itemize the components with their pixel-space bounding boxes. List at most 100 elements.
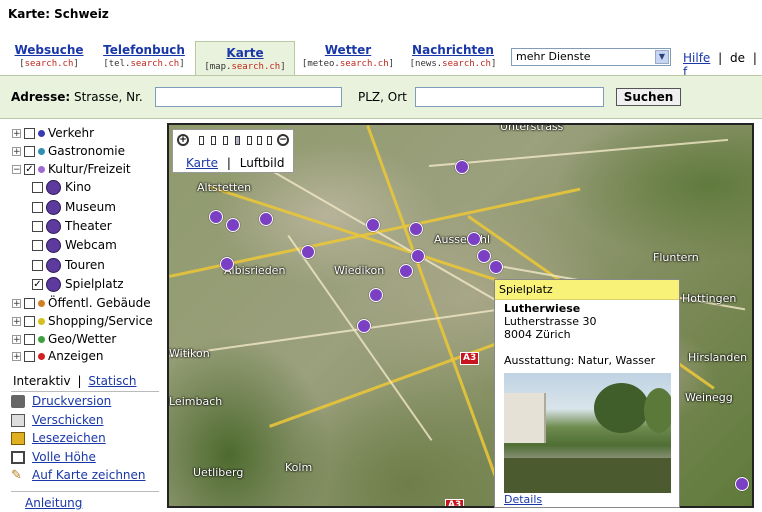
mode-static-link[interactable]: Statisch xyxy=(88,374,136,388)
sublayer-item-kino[interactable]: Kino xyxy=(32,178,91,196)
layer-dot-icon xyxy=(38,166,45,173)
details-link[interactable]: Details xyxy=(504,493,542,506)
playground-marker[interactable] xyxy=(489,260,503,274)
layer-checkbox-checked[interactable]: ✓ xyxy=(24,164,35,175)
sublayer-item-spielplatz[interactable]: ✓ Spielplatz xyxy=(32,275,124,293)
tab-websuche[interactable]: Websuche [search.ch] xyxy=(12,42,86,74)
zip-city-input[interactable] xyxy=(415,87,604,107)
layer-item-shopping[interactable]: + Shopping/Service xyxy=(12,312,153,330)
tab-wetter[interactable]: Wetter [meteo.search.ch] xyxy=(298,42,398,74)
divider xyxy=(11,491,159,492)
collapse-icon[interactable]: − xyxy=(12,165,21,175)
tool-label[interactable]: Lesezeichen xyxy=(32,431,106,445)
playground-marker[interactable] xyxy=(409,222,423,236)
expand-icon[interactable]: + xyxy=(12,299,21,309)
chevron-down-icon[interactable]: ▼ xyxy=(655,50,669,64)
help-manual[interactable]: Anleitung xyxy=(25,494,82,512)
sublayer-checkbox[interactable] xyxy=(32,202,43,213)
details-link-wrap: Details xyxy=(504,493,542,506)
playground-marker[interactable] xyxy=(259,212,273,226)
expand-icon[interactable]: + xyxy=(12,335,21,345)
layer-item-oeffentl[interactable]: + Öffentl. Gebäude xyxy=(12,294,151,312)
tool-print[interactable]: Druckversion xyxy=(11,392,111,410)
layer-checkbox[interactable] xyxy=(24,298,35,309)
layer-item-verkehr[interactable]: + Verkehr xyxy=(12,124,94,142)
street-input[interactable] xyxy=(155,87,342,107)
tab-karte[interactable]: Karte [map.search.ch] xyxy=(195,41,295,75)
playground-marker[interactable] xyxy=(411,249,425,263)
tab-label[interactable]: Telefonbuch xyxy=(101,42,187,58)
zoom-level[interactable] xyxy=(223,136,228,145)
layer-item-gastronomie[interactable]: + Gastronomie xyxy=(12,142,125,160)
zoom-level[interactable] xyxy=(267,136,272,145)
tab-label[interactable]: Karte xyxy=(196,45,294,61)
sublayer-checkbox[interactable] xyxy=(32,221,43,232)
layer-item-anzeigen[interactable]: + Anzeigen xyxy=(12,347,103,365)
expand-icon[interactable]: + xyxy=(12,352,21,362)
layer-checkbox[interactable] xyxy=(24,351,35,362)
sublayer-item-webcam[interactable]: Webcam xyxy=(32,236,117,254)
tab-label[interactable]: Wetter xyxy=(298,42,398,58)
tab-nachrichten[interactable]: Nachrichten [news.search.ch] xyxy=(407,42,499,74)
help-link[interactable]: Hilfe xyxy=(683,51,710,65)
tab-label[interactable]: Websuche xyxy=(12,42,86,58)
layer-checkbox[interactable] xyxy=(24,128,35,139)
sublayer-item-museum[interactable]: Museum xyxy=(32,198,116,216)
more-services-select[interactable]: mehr Dienste ▼ xyxy=(511,48,671,66)
view-map-link[interactable]: Karte xyxy=(186,156,218,170)
tool-bookmark[interactable]: Lesezeichen xyxy=(11,429,106,447)
map-label: Aussersihl xyxy=(434,233,491,246)
playground-marker[interactable] xyxy=(226,218,240,232)
zoom-in-icon[interactable]: + xyxy=(177,134,189,146)
zoom-level[interactable] xyxy=(211,136,216,145)
layer-item-kultur[interactable]: − ✓ Kultur/Freizeit xyxy=(12,160,131,178)
map-label: Weinegg xyxy=(685,391,733,404)
sublayer-checkbox[interactable] xyxy=(32,240,43,251)
playground-marker[interactable] xyxy=(467,232,481,246)
tool-label[interactable]: Volle Höhe xyxy=(32,450,96,464)
sublayer-checkbox-checked[interactable]: ✓ xyxy=(32,279,43,290)
tab-telefonbuch[interactable]: Telefonbuch [tel.search.ch] xyxy=(101,42,187,74)
tool-label[interactable]: Verschicken xyxy=(32,413,104,427)
tool-label[interactable]: Druckversion xyxy=(32,394,111,408)
layer-checkbox[interactable] xyxy=(24,334,35,345)
sublayer-label: Theater xyxy=(65,219,112,233)
playground-marker[interactable] xyxy=(735,477,749,491)
playground-marker[interactable] xyxy=(357,319,371,333)
tool-draw[interactable]: ✎ Auf Karte zeichnen xyxy=(11,466,146,484)
playground-marker[interactable] xyxy=(209,210,223,224)
zoom-level-current[interactable] xyxy=(235,136,240,145)
zoom-level[interactable] xyxy=(199,136,204,145)
layer-item-geo[interactable]: + Geo/Wetter xyxy=(12,330,116,348)
search-button[interactable]: Suchen xyxy=(616,88,681,106)
layer-dot-icon xyxy=(38,318,45,325)
expand-icon[interactable]: + xyxy=(12,317,21,327)
playground-marker[interactable] xyxy=(399,264,413,278)
tool-fullheight[interactable]: Volle Höhe xyxy=(11,448,96,466)
sublayer-checkbox[interactable] xyxy=(32,260,43,271)
expand-icon[interactable]: + xyxy=(12,129,21,139)
playground-marker[interactable] xyxy=(366,218,380,232)
tab-label[interactable]: Nachrichten xyxy=(407,42,499,58)
playground-marker[interactable] xyxy=(477,249,491,263)
tool-label[interactable]: Auf Karte zeichnen xyxy=(32,468,146,482)
playground-marker[interactable] xyxy=(301,245,315,259)
layer-dot-icon xyxy=(38,300,45,307)
layer-checkbox[interactable] xyxy=(24,316,35,327)
layer-checkbox[interactable] xyxy=(24,146,35,157)
zoom-out-icon[interactable]: − xyxy=(277,134,289,146)
view-aerial[interactable]: Luftbild xyxy=(240,156,285,170)
tool-send[interactable]: Verschicken xyxy=(11,411,104,429)
street-label: Adresse: Strasse, Nr. xyxy=(11,90,143,104)
playground-marker[interactable] xyxy=(369,288,383,302)
playground-marker[interactable] xyxy=(455,160,469,174)
cinema-icon xyxy=(46,180,61,195)
map-label: Kolm xyxy=(285,461,313,474)
zoom-level[interactable] xyxy=(257,136,262,145)
sublayer-item-touren[interactable]: Touren xyxy=(32,256,105,274)
zoom-level[interactable] xyxy=(247,136,252,145)
sublayer-item-theater[interactable]: Theater xyxy=(32,217,112,235)
sublayer-checkbox[interactable] xyxy=(32,182,43,193)
playground-marker[interactable] xyxy=(220,257,234,271)
expand-icon[interactable]: + xyxy=(12,147,21,157)
